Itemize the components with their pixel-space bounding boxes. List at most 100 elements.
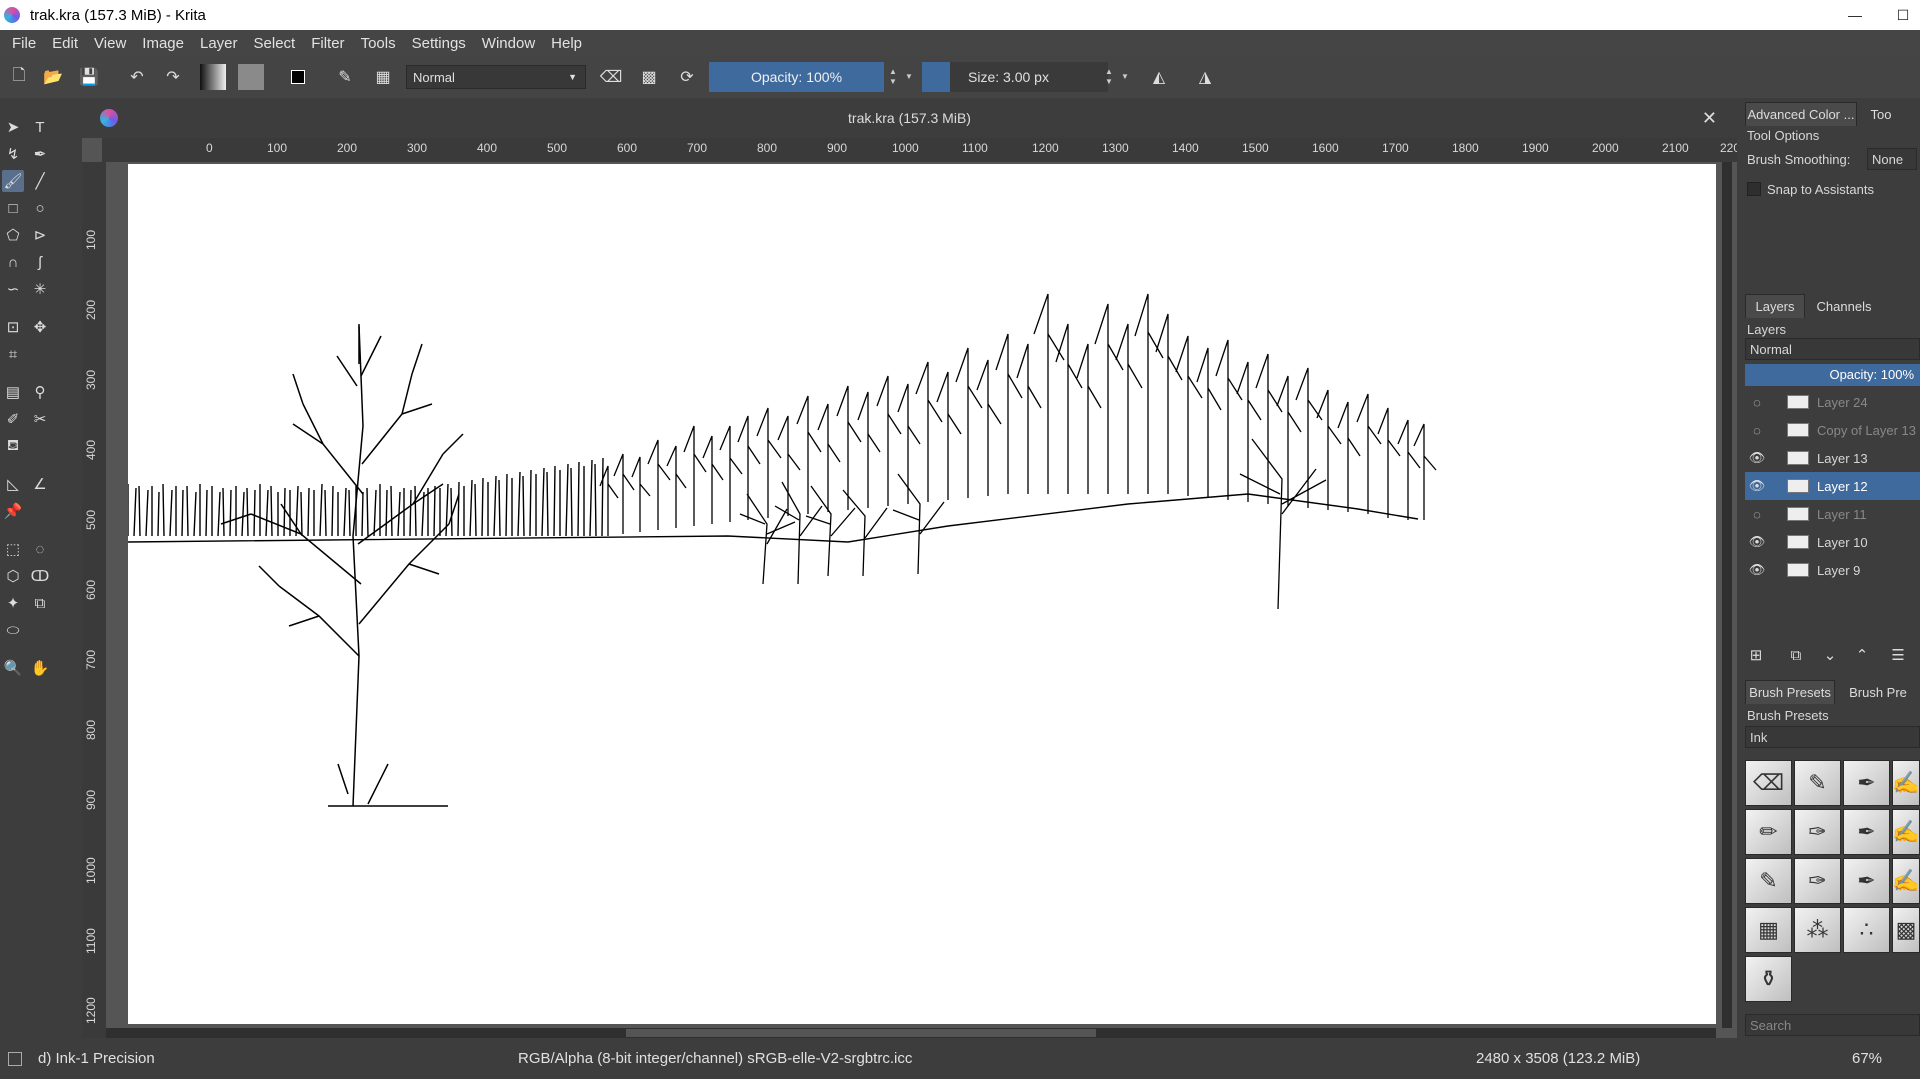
multibrush-icon[interactable]: ✳	[29, 278, 51, 300]
opacity-slider[interactable]: Opacity: 100%	[709, 62, 884, 92]
menu-select[interactable]: Select	[246, 35, 304, 52]
brush-tag-select[interactable]: Ink	[1745, 726, 1920, 748]
freehand-select-icon[interactable]: ↀ	[29, 565, 51, 587]
layer-row[interactable]: ◌ Layer 24	[1745, 388, 1920, 416]
add-layer-icon[interactable]: ⊞	[1745, 644, 1767, 666]
drawing-canvas[interactable]	[127, 164, 1716, 1024]
fill-tool-icon[interactable]: ⛾	[2, 435, 24, 457]
hidden-eye-icon[interactable]: ◌	[1745, 395, 1769, 410]
minimize-button[interactable]: —	[1832, 0, 1878, 30]
layer-row[interactable]: 👁 Layer 9	[1745, 556, 1920, 584]
polygon-select-icon[interactable]: ⬡	[2, 565, 24, 587]
dynamic-brush-icon[interactable]: ∽	[2, 278, 24, 300]
opacity-dropdown-icon[interactable]: ▼	[902, 62, 916, 92]
layer-row[interactable]: 👁 Layer 13	[1745, 444, 1920, 472]
redo-icon[interactable]: ↷	[160, 64, 186, 90]
visible-eye-icon[interactable]: 👁	[1745, 562, 1769, 578]
hidden-eye-icon[interactable]: ◌	[1745, 507, 1769, 522]
brush-smoothing-select[interactable]: None	[1867, 148, 1917, 170]
gradient-tool-icon[interactable]: ▤	[2, 381, 24, 403]
new-document-icon[interactable]: 🗋	[6, 64, 32, 90]
edit-shapes-icon[interactable]: ↯	[2, 143, 24, 165]
undo-icon[interactable]: ↶	[124, 64, 150, 90]
layer-row[interactable]: ◌ Layer 11	[1745, 500, 1920, 528]
menu-view[interactable]: View	[86, 35, 134, 52]
ink-preset[interactable]: ✍	[1892, 760, 1920, 806]
maximize-button[interactable]: ☐	[1880, 0, 1920, 30]
zoom-tool-icon[interactable]: 🔍	[2, 657, 24, 679]
fg-bg-color-icon[interactable]	[285, 64, 311, 90]
layer-opacity-slider[interactable]: Opacity: 100%	[1745, 364, 1920, 386]
vertical-scrollbar[interactable]	[1722, 162, 1732, 1028]
brush-presets-tab[interactable]: Brush Presets	[1745, 680, 1835, 704]
horizontal-scrollbar[interactable]	[106, 1028, 1716, 1038]
visible-eye-icon[interactable]: 👁	[1745, 478, 1769, 494]
gpen-preset[interactable]: ✒	[1843, 858, 1890, 904]
mirror-horizontal-icon[interactable]: ◭	[1146, 64, 1172, 90]
size-slider[interactable]: Size: 3.00 px	[922, 62, 1108, 92]
similar-select-icon[interactable]: ⧉	[29, 592, 51, 614]
calligraphy-icon[interactable]: ✒	[29, 143, 51, 165]
hidden-eye-icon[interactable]: ◌	[1745, 423, 1769, 438]
ellipse-tool-icon[interactable]: ○	[29, 197, 51, 219]
brush-pen-preset[interactable]: ✒	[1843, 809, 1890, 855]
status-brush-name[interactable]: d) Ink-1 Precision	[38, 1050, 155, 1067]
visible-eye-icon[interactable]: 👁	[1745, 450, 1769, 466]
sketch-preset[interactable]: ✍	[1892, 858, 1920, 904]
dither-preset[interactable]: ▦	[1745, 907, 1792, 953]
text-tool-icon[interactable]: T	[29, 116, 51, 138]
size-dropdown-icon[interactable]: ▼	[1118, 62, 1132, 92]
reload-preset-icon[interactable]: ⟳	[674, 64, 700, 90]
texture-preset[interactable]: ▩	[1892, 907, 1920, 953]
assistant-tool-icon[interactable]: ◺	[2, 473, 24, 495]
preserve-alpha-icon[interactable]: ▩	[636, 64, 662, 90]
textured-pen-preset[interactable]: ✎	[1745, 858, 1792, 904]
channels-tab[interactable]: Channels	[1809, 294, 1879, 318]
layer-properties-icon[interactable]: ☰	[1887, 644, 1909, 666]
menu-file[interactable]: File	[4, 35, 44, 52]
opacity-spinner[interactable]: ▲ ▼	[886, 62, 900, 92]
spray-preset[interactable]: ∴	[1843, 907, 1890, 953]
document-tab[interactable]: trak.kra (157.3 MiB) ✕	[82, 98, 1737, 138]
move-tool-icon[interactable]: ✥	[29, 316, 51, 338]
move-layer-down-icon[interactable]: ⌄	[1819, 644, 1841, 666]
menu-image[interactable]: Image	[134, 35, 192, 52]
gradient-selector-icon[interactable]	[200, 64, 226, 90]
crop-tool-icon[interactable]: ⌗	[2, 343, 24, 365]
status-zoom[interactable]: 67%	[1852, 1050, 1882, 1067]
move-layer-up-icon[interactable]: ⌃	[1851, 644, 1873, 666]
layer-row[interactable]: ◌ Copy of Layer 13	[1745, 416, 1920, 444]
advanced-color-tab[interactable]: Advanced Color ...	[1745, 102, 1857, 126]
eraser-preset[interactable]: ⌫	[1745, 760, 1792, 806]
fine-liner-preset[interactable]: ✍	[1892, 809, 1920, 855]
layer-row[interactable]: 👁 Layer 10	[1745, 528, 1920, 556]
rectangle-tool-icon[interactable]: □	[2, 197, 24, 219]
freehand-path-icon[interactable]: ʃ	[29, 251, 51, 273]
size-spinner[interactable]: ▲ ▼	[1102, 62, 1116, 92]
menu-layer[interactable]: Layer	[192, 35, 246, 52]
ink-brush-preset[interactable]: ✑	[1794, 858, 1841, 904]
eraser-mode-icon[interactable]: ⌫	[598, 64, 624, 90]
pan-tool-icon[interactable]: ✋	[29, 657, 51, 679]
close-document-icon[interactable]: ✕	[1702, 108, 1717, 129]
reference-images-icon[interactable]: 📌	[2, 500, 24, 522]
tool-options-tab[interactable]: Too	[1861, 102, 1901, 126]
brush-editor-icon[interactable]: ✎	[332, 64, 358, 90]
pattern-selector-icon[interactable]	[238, 64, 264, 90]
status-color-space[interactable]: RGB/Alpha (8-bit integer/channel) sRGB-e…	[518, 1050, 912, 1067]
layer-blend-mode-select[interactable]: Normal	[1745, 338, 1920, 360]
menu-filter[interactable]: Filter	[303, 35, 352, 52]
measure-tool-icon[interactable]: ∠	[29, 473, 51, 495]
menu-help[interactable]: Help	[543, 35, 590, 52]
freehand-brush-icon[interactable]: 🖌	[2, 170, 24, 192]
polygon-tool-icon[interactable]: ⬠	[2, 224, 24, 246]
brush-search-input[interactable]: Search	[1745, 1014, 1920, 1036]
duplicate-layer-icon[interactable]: ⧉	[1785, 644, 1807, 666]
brush-presets-history-tab[interactable]: Brush Pre	[1837, 680, 1919, 704]
rectangle-select-icon[interactable]: ⬚	[2, 538, 24, 560]
snap-to-assistants-checkbox[interactable]	[1747, 182, 1761, 196]
transform-tool-icon[interactable]: ⊡	[2, 316, 24, 338]
colorize-mask-icon[interactable]: ✐	[2, 408, 24, 430]
blend-mode-select[interactable]: Normal ▼	[406, 65, 586, 89]
color-picker-icon[interactable]: ⚲	[29, 381, 51, 403]
